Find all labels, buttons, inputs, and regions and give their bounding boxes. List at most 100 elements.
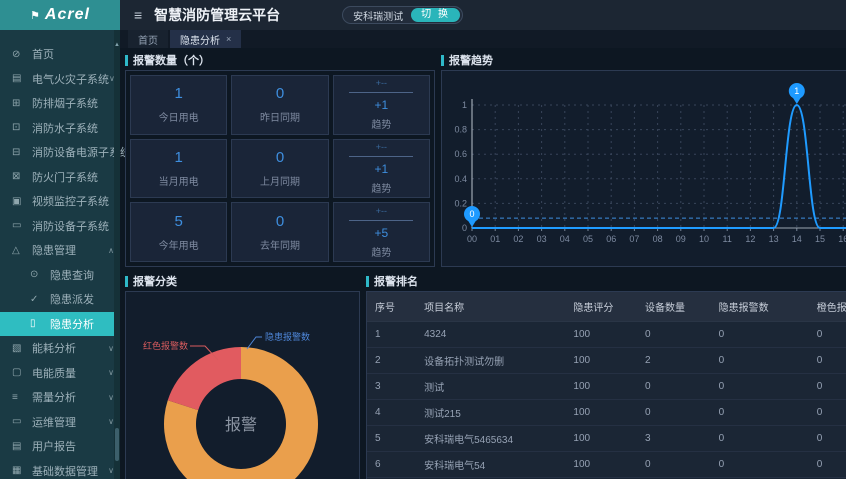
sidebar-item[interactable]: ⊘首页 xyxy=(0,42,120,67)
section-title-text: 报警排名 xyxy=(374,273,418,289)
trend-delta-value: +5 xyxy=(374,226,388,240)
sidebar-item[interactable]: ≡需量分析∨ xyxy=(0,385,120,410)
sidebar-item-label: 隐患分析 xyxy=(50,316,94,332)
table-cell: 0 xyxy=(637,452,711,478)
sidebar-item-label: 电能质量 xyxy=(32,365,76,381)
sidebar-item[interactable]: ✓隐患派发 xyxy=(0,287,120,312)
column-header: 项目名称 xyxy=(416,292,565,322)
switch-tenant-button[interactable]: 切 换 xyxy=(411,8,460,22)
sidebar-menu: ⊘首页▤电气火灾子系统∨⊞防排烟子系统 ⊡ 消防水子系统 ⊟消防设备电源子系统⊠防火门… xyxy=(0,42,120,479)
brand-logo: ⚑ Acrel xyxy=(0,0,120,30)
sidebar-item[interactable]: ⊡ 消防水子系统 xyxy=(0,116,120,141)
stat-label: 上月同期 xyxy=(260,173,300,188)
table-cell: 测试 xyxy=(416,374,565,400)
x-axis-label: 14 xyxy=(792,234,802,244)
brand-mark-icon: ⚑ xyxy=(30,9,41,22)
stat-label: 今日用电 xyxy=(159,109,199,124)
x-axis-label: 13 xyxy=(769,234,779,244)
trend-line-chart-svg: 0001020304050607080910111213141516171819… xyxy=(442,71,846,266)
table-cell: 0 xyxy=(711,452,809,478)
sidebar-item-label: 隐患查询 xyxy=(50,267,94,283)
table-cell: 1 xyxy=(367,322,416,348)
table-cell: 0 xyxy=(809,452,846,478)
table-row: 5安科瑞电气5465634100300 xyxy=(367,426,846,452)
stat-label: 昨日同期 xyxy=(260,109,300,124)
sidebar-item[interactable]: ▣视频监控子系统 xyxy=(0,189,120,214)
y-axis-label: 0.4 xyxy=(454,174,467,184)
stat-value: 0 xyxy=(276,149,284,166)
sidebar-item[interactable]: ⊞防排烟子系统 xyxy=(0,91,120,116)
category-donut-svg: 报警隐患报警数红色报警数 xyxy=(126,292,359,479)
electrical-fire-system-icon: ▤ xyxy=(12,73,25,84)
operations-management-icon: ▭ xyxy=(12,416,25,427)
sidebar-item[interactable]: ▭消防设备子系统 xyxy=(0,214,120,239)
trend-label: 趋势 xyxy=(371,180,391,195)
sidebar-item[interactable]: ▯隐患分析 xyxy=(0,312,120,337)
fire-water-system-icon: ⊡ xyxy=(12,122,25,133)
table-cell: 4 xyxy=(367,400,416,426)
tab-bar: 首页隐患分析 × xyxy=(120,30,846,48)
table-cell: 0 xyxy=(711,374,809,400)
sidebar-item-label: 防火门子系统 xyxy=(32,169,98,185)
table-cell: 0 xyxy=(809,348,846,374)
brand-logo-text: Acrel xyxy=(45,6,90,24)
table-cell: 0 xyxy=(809,426,846,452)
table-cell: 3 xyxy=(367,374,416,400)
sidebar-item[interactable]: ⊠防火门子系统 xyxy=(0,165,120,190)
trend-card: +--+5趋势 xyxy=(333,202,430,262)
sidebar-item[interactable]: ⊟消防设备电源子系统 xyxy=(0,140,120,165)
table-cell: 0 xyxy=(809,400,846,426)
menu-fold-icon[interactable]: ≡ xyxy=(134,7,142,23)
stat-label: 去年同期 xyxy=(260,237,300,252)
alarm-ranking-table: 序号项目名称隐患评分设备数量隐患报警数橙色报警数143241000002设备拓扑… xyxy=(366,291,846,479)
section-title-bar xyxy=(125,55,128,66)
main-area: 首页隐患分析× 报警数量（个） 1今日用电0昨日同期+--+1趋势1当月用电0上… xyxy=(120,30,846,479)
sidebar-item-label: 视频监控子系统 xyxy=(32,193,109,209)
stat-card: 0昨日同期 xyxy=(231,75,328,135)
hazard-search-icon: ⊙ xyxy=(30,269,43,280)
scrollbar-thumb[interactable] xyxy=(115,428,119,461)
sidebar-item-label: 能耗分析 xyxy=(32,340,76,356)
trend-top-value: +-- xyxy=(376,142,387,152)
tab-label: 隐患分析 xyxy=(180,32,220,47)
tab-close-icon[interactable]: × xyxy=(226,34,231,44)
pin-value: 1 xyxy=(794,86,799,96)
trend-delta-value: +1 xyxy=(374,98,388,112)
sidebar-item[interactable]: ▧能耗分析∨ xyxy=(0,336,120,361)
sidebar-item-label: 需量分析 xyxy=(32,389,76,405)
tab[interactable]: 首页 xyxy=(128,30,168,48)
tab[interactable]: 隐患分析 × xyxy=(170,30,241,48)
x-axis-label: 07 xyxy=(629,234,639,244)
x-axis-label: 06 xyxy=(606,234,616,244)
trend-top-value: +-- xyxy=(376,78,387,88)
sidebar-item[interactable]: ▤电气火灾子系统∨ xyxy=(0,67,120,92)
sidebar-item[interactable]: ▤ 用户报告 xyxy=(0,434,120,459)
sidebar-item[interactable]: ▢电能质量∨ xyxy=(0,361,120,386)
section-title-text: 报警趋势 xyxy=(449,52,493,68)
table-cell: 100 xyxy=(565,322,637,348)
stat-card: 0 上月同期 xyxy=(231,139,328,199)
x-axis-label: 09 xyxy=(676,234,686,244)
sidebar-item-label: 消防水子系统 xyxy=(32,120,98,136)
sidebar-item[interactable]: ▭运维管理∨ xyxy=(0,410,120,435)
sidebar: ⊘首页▤电气火灾子系统∨⊞防排烟子系统 ⊡ 消防水子系统 ⊟消防设备电源子系统⊠防火门… xyxy=(0,30,120,479)
sidebar-item[interactable]: ▦基础数据管理∨ xyxy=(0,459,120,479)
sidebar-item-label: 用户报告 xyxy=(32,438,76,454)
hazard-management-icon: △ xyxy=(12,245,25,256)
x-axis-label: 16 xyxy=(838,234,846,244)
table-cell: 安科瑞电气54 xyxy=(416,452,565,478)
table-cell: 100 xyxy=(565,452,637,478)
power-quality-icon: ▢ xyxy=(12,367,25,378)
sidebar-item[interactable]: △隐患管理∧ xyxy=(0,238,120,263)
section-title-alarm-count: 报警数量（个） xyxy=(125,52,435,68)
x-axis-label: 02 xyxy=(513,234,523,244)
user-report-icon: ▤ xyxy=(12,441,25,452)
table-row: 4测试215100000 xyxy=(367,400,846,426)
table-cell: 3 xyxy=(637,426,711,452)
section-title-alarm-ranking: 报警排名 xyxy=(366,273,846,289)
y-axis-label: 0.6 xyxy=(454,149,467,159)
stat-label: 当月用电 xyxy=(159,173,199,188)
energy-analysis-icon: ▧ xyxy=(12,343,25,354)
sidebar-item[interactable]: ⊙ 隐患查询 xyxy=(0,263,120,288)
table-cell: 安科瑞电气5465634 xyxy=(416,426,565,452)
